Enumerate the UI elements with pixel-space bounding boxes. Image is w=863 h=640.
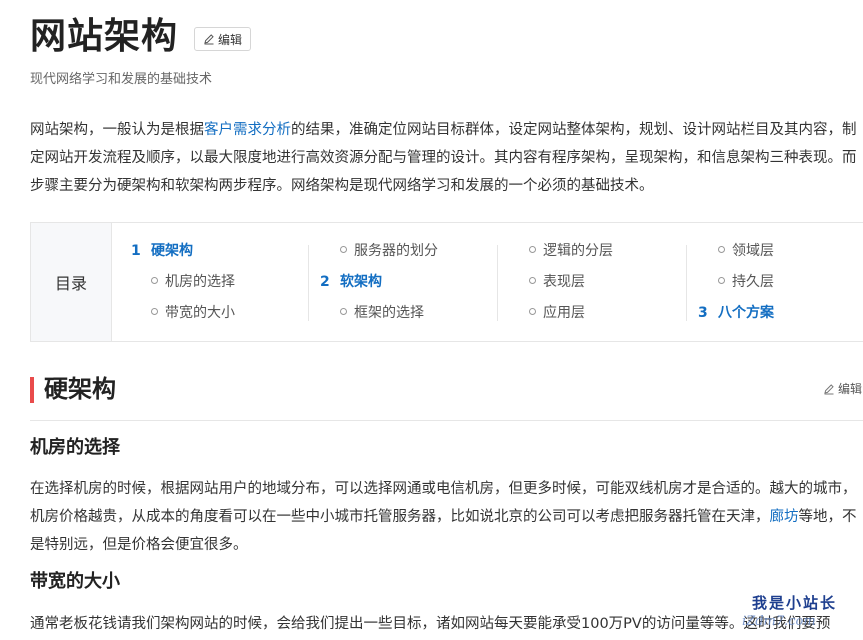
circle-bullet-icon	[529, 276, 536, 284]
toc-item-label: 八个方案	[718, 305, 774, 321]
toc-item-label: 机房的选择	[165, 274, 235, 290]
toc-column-divider	[308, 245, 309, 321]
section-accent-bar	[30, 377, 34, 403]
toc-item-label: 服务器的划分	[354, 243, 438, 259]
section-edit-label: 编辑	[837, 382, 862, 396]
subsection-title-bandwidth: 带宽的大小	[30, 571, 120, 592]
toc-item-level2[interactable]: 表现层	[509, 272, 689, 303]
page: 网站架构 编辑 现代网络学习和发展的基础技术 网站架构，一般认为是根据客户需求分…	[0, 0, 863, 640]
site-watermark: 我是小站长 iZdm7.com	[722, 592, 863, 640]
toc-item-level2[interactable]: 框架的选择	[320, 303, 500, 334]
summary-paragraph: 网站架构，一般认为是根据客户需求分析的结果，准确定位网站目标群体，设定网站整体架…	[30, 116, 860, 200]
summary-link-customer-needs[interactable]: 客户需求分析	[204, 122, 291, 138]
toc-item-level1[interactable]: 1 硬架构	[131, 241, 311, 272]
pencil-icon	[204, 34, 214, 45]
toc-item-label: 带宽的大小	[165, 305, 235, 321]
table-of-contents: 目录 1 硬架构机房的选择带宽的大小 服务器的划分 2 软架构框架的选择 逻辑的分层表现层…	[30, 222, 863, 342]
toc-item-level2[interactable]: 机房的选择	[131, 272, 311, 303]
watermark-text: 我是小站长	[752, 594, 838, 612]
toc-item-level2[interactable]: 应用层	[509, 303, 689, 334]
circle-bullet-icon	[718, 245, 725, 253]
circle-bullet-icon	[340, 307, 347, 315]
edit-button-label: 编辑	[218, 32, 243, 47]
paragraph-text-1: 在选择机房的时候，根据网站用户的地域分布，可以选择网通或电信机房，但更多时候，可…	[30, 481, 857, 525]
title-row: 网站架构 编辑	[30, 12, 252, 62]
circle-bullet-icon	[151, 276, 158, 284]
summary-text-1: 网站架构，一般认为是根据	[30, 122, 204, 138]
toc-column-divider	[686, 245, 687, 321]
toc-column: 1 硬架构机房的选择带宽的大小	[131, 241, 311, 334]
circle-bullet-icon	[529, 307, 536, 315]
toc-label: 目录	[31, 223, 112, 341]
section-title: 硬架构	[44, 375, 116, 403]
toc-item-level2[interactable]: 领域层	[698, 241, 863, 272]
circle-bullet-icon	[718, 276, 725, 284]
toc-item-number: 2	[320, 274, 330, 290]
toc-item-label: 应用层	[543, 305, 585, 321]
edit-button[interactable]: 编辑	[194, 27, 252, 51]
toc-item-label: 软架构	[340, 274, 382, 290]
page-subtitle: 现代网络学习和发展的基础技术	[30, 72, 213, 87]
toc-item-label: 持久层	[732, 274, 774, 290]
pencil-icon	[824, 383, 834, 394]
section-edit-button[interactable]: 编辑	[823, 380, 862, 397]
watermark-url: iZdm7.com	[742, 614, 816, 629]
toc-column-divider	[497, 245, 498, 321]
section-header-hard-architecture: 硬架构 编辑	[30, 375, 863, 421]
circle-bullet-icon	[529, 245, 536, 253]
toc-item-level2[interactable]: 服务器的划分	[320, 241, 500, 272]
toc-item-level2[interactable]: 带宽的大小	[131, 303, 311, 334]
toc-item-label: 领域层	[732, 243, 774, 259]
toc-item-number: 3	[698, 305, 708, 321]
circle-bullet-icon	[151, 307, 158, 315]
toc-column: 服务器的划分 2 软架构框架的选择	[320, 241, 500, 334]
paragraph-server-room: 在选择机房的时候，根据网站用户的地域分布，可以选择网通或电信机房，但更多时候，可…	[30, 475, 860, 559]
toc-column: 逻辑的分层表现层应用层	[509, 241, 689, 334]
toc-item-level1[interactable]: 2 软架构	[320, 272, 500, 303]
subsection-title-server-room: 机房的选择	[30, 437, 120, 458]
page-title: 网站架构	[30, 16, 179, 57]
circle-bullet-icon	[340, 245, 347, 253]
link-langfang[interactable]: 廊坊	[770, 509, 799, 525]
toc-item-level2[interactable]: 持久层	[698, 272, 863, 303]
toc-item-label: 框架的选择	[354, 305, 424, 321]
toc-column: 领域层持久层 3 八个方案	[698, 241, 863, 334]
toc-item-label: 表现层	[543, 274, 585, 290]
toc-item-level2[interactable]: 逻辑的分层	[509, 241, 689, 272]
toc-item-number: 1	[131, 243, 141, 259]
toc-item-label: 逻辑的分层	[543, 243, 613, 259]
toc-item-label: 硬架构	[151, 243, 193, 259]
toc-item-level1[interactable]: 3 八个方案	[698, 303, 863, 334]
